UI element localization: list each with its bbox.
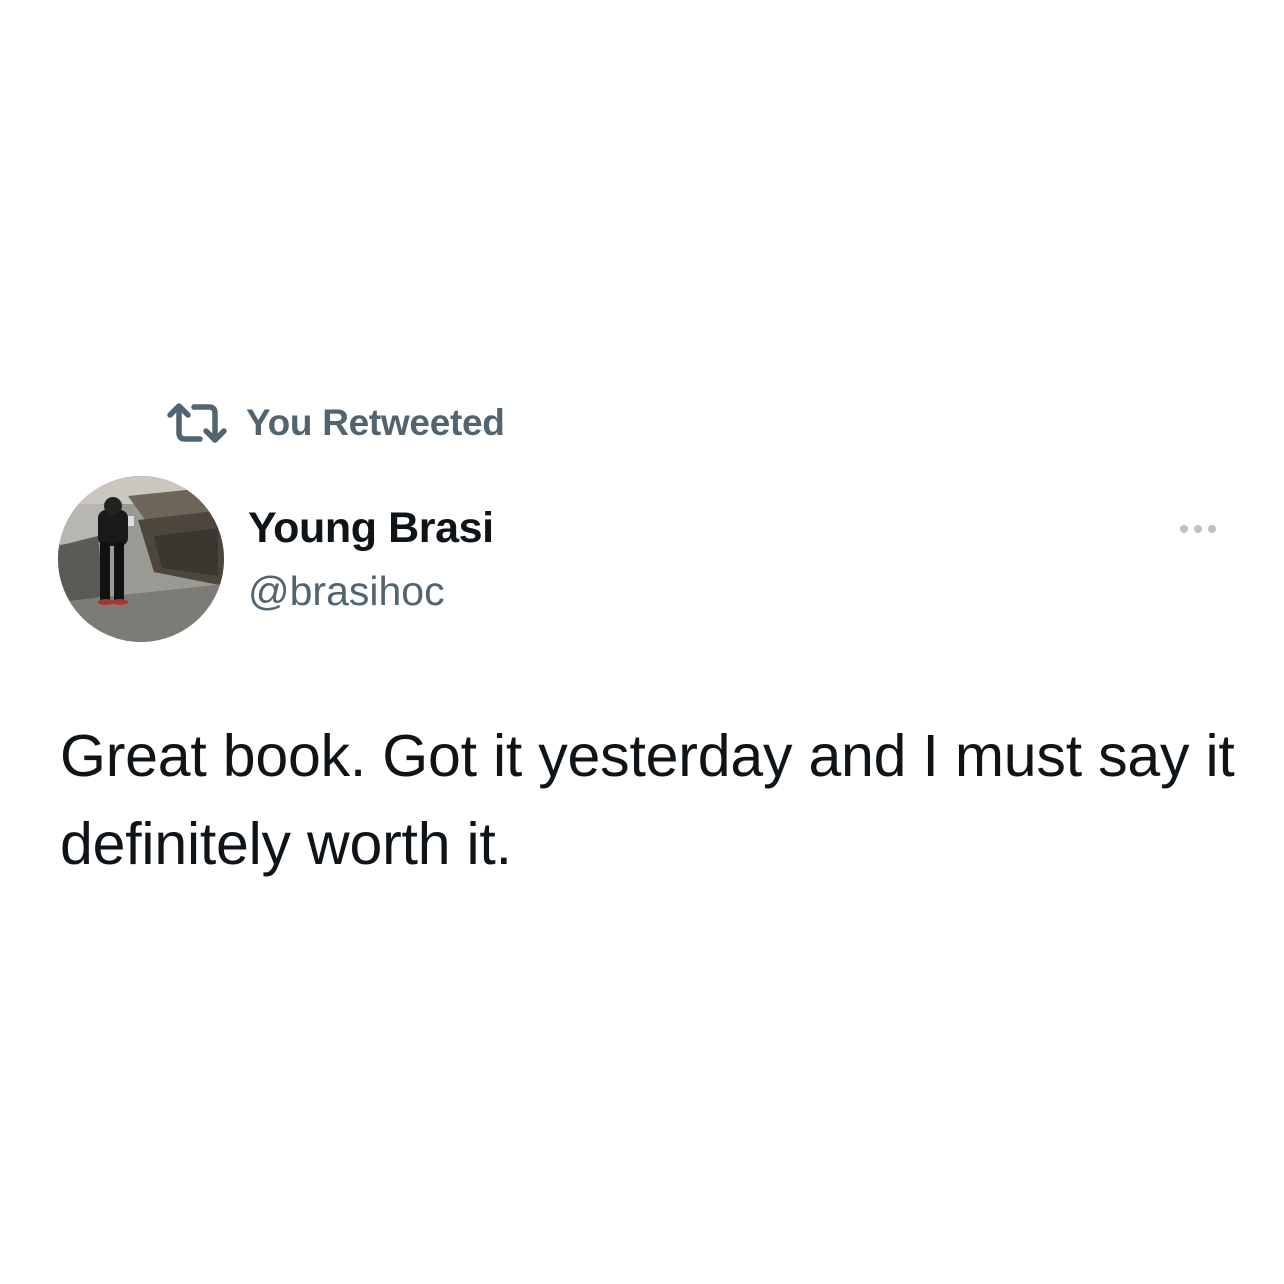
more-dot <box>1180 525 1188 533</box>
profile-photo <box>58 476 224 642</box>
more-dot <box>1194 525 1202 533</box>
retweet-context: You Retweeted <box>166 400 505 446</box>
retweet-label: You Retweeted <box>246 402 505 443</box>
avatar[interactable] <box>58 476 224 642</box>
more-options-icon[interactable] <box>1170 512 1226 546</box>
tweet-text: Great book. Got it yesterday and I must … <box>60 723 1235 877</box>
retweet-icon <box>166 401 228 445</box>
author-handle[interactable]: @brasihoc <box>248 566 445 616</box>
author-display-name[interactable]: Young Brasi <box>248 502 494 554</box>
more-dot <box>1208 525 1216 533</box>
